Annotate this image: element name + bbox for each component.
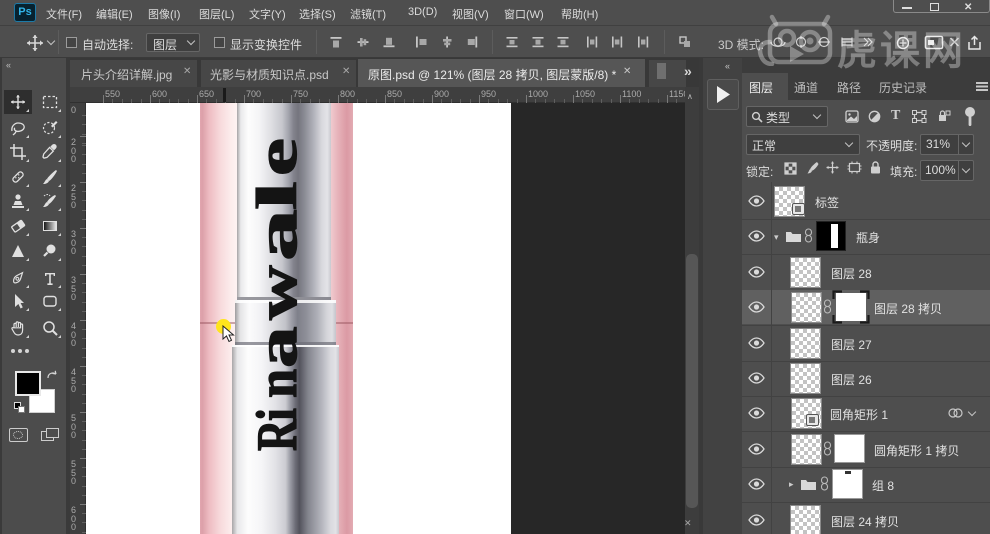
svg-text:a: a xyxy=(246,209,309,261)
svg-text:i: i xyxy=(247,408,309,421)
svg-text:e: e xyxy=(245,138,309,176)
svg-text:w: w xyxy=(245,265,309,320)
svg-text:R: R xyxy=(245,419,308,451)
svg-text:l: l xyxy=(245,181,308,210)
svg-text:n: n xyxy=(245,369,308,398)
svg-text:a: a xyxy=(246,326,309,368)
